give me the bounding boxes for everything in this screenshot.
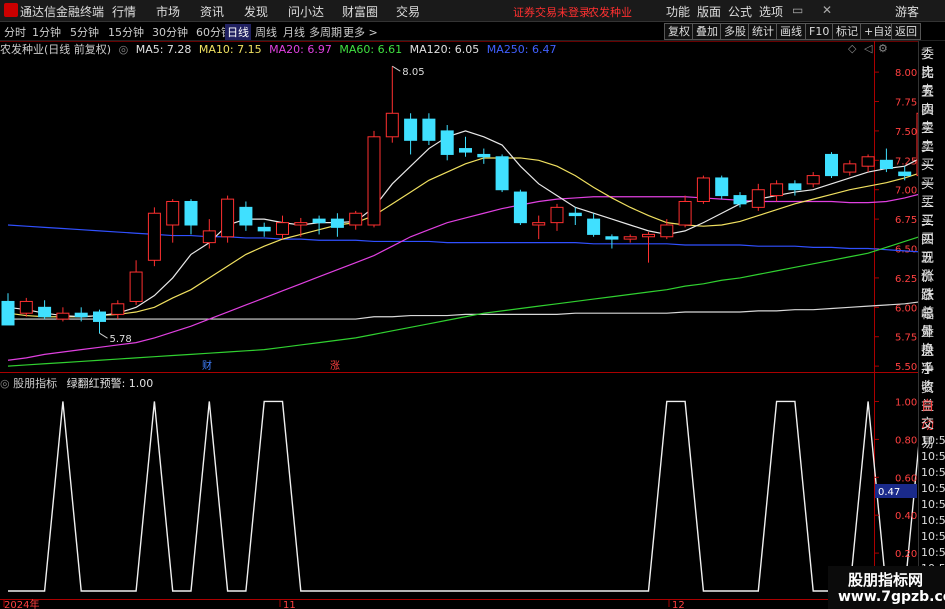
sidebar-time-6: 10:58	[921, 530, 945, 543]
candle-body-33	[605, 236, 619, 240]
candle-body-22	[404, 118, 418, 141]
indicator-tick-label-3: 0.40	[895, 511, 917, 522]
candle-body-11	[202, 230, 216, 244]
candle-body-45	[825, 153, 838, 177]
event-marker-cai: 财	[202, 359, 212, 372]
candle-body-42	[770, 183, 784, 197]
quote-sidebar: 委比 卖五 卖四 卖三 卖二 卖一 买一 买二 买三 买四 买五 现价 涨跌 涨幅 总量 外盘 换手 净资 收益 自动…	[918, 41, 945, 609]
candle-body-40	[733, 195, 747, 205]
candle-body-26	[477, 153, 491, 158]
candle-body-46	[843, 163, 857, 173]
sidebar-time-2: 10:57	[921, 466, 945, 479]
ma250-line	[7, 224, 924, 253]
candle-body-10	[184, 200, 198, 226]
indicator-legend: ◎ 股朋指标 绿翻红预警: 1.00	[0, 375, 153, 391]
candle-body-24	[440, 130, 454, 155]
candle-body-8	[147, 212, 161, 261]
indicator-legend-value: 绿翻红预警: 1.00	[66, 377, 154, 390]
event-marker-zhang: 涨	[330, 360, 340, 372]
price-tick-label-9: 5.75	[895, 333, 917, 344]
candle-body-47	[861, 156, 875, 167]
candle-body-35	[642, 233, 655, 238]
sidebar-time-3: 10:57	[921, 482, 945, 495]
candle-body-3	[56, 312, 70, 320]
candle-body-7	[129, 271, 143, 302]
candle-body-15	[276, 222, 289, 235]
candle-body-29	[532, 222, 546, 226]
cursor-value-label: 0.47	[878, 487, 900, 498]
candle-body-2	[38, 306, 52, 318]
indicator-line	[8, 400, 924, 592]
candle-body-9	[166, 200, 180, 226]
indicator-name: 股朋指标	[13, 377, 58, 390]
candle-body-34	[623, 236, 637, 240]
watermark: 股朋指标网 www.7gpzb.com	[828, 566, 945, 609]
candle-body-0	[1, 300, 15, 326]
price-tick-label-8: 6.00	[895, 303, 917, 314]
high-marker-line	[392, 65, 401, 72]
sidebar-time-5: 10:58	[921, 514, 945, 527]
sidebar-time-4: 10:58	[921, 498, 945, 511]
candle-body-13	[239, 206, 253, 226]
candle-body-20	[367, 136, 381, 226]
date-label-2: 12	[672, 600, 685, 609]
sidebar-time-7: 10:58	[921, 546, 945, 559]
watermark-title: 股朋指标网	[848, 571, 924, 589]
date-label-1: 11	[283, 600, 296, 609]
candle-body-41	[751, 189, 765, 208]
candle-body-49	[898, 171, 912, 177]
candle-body-5	[93, 311, 106, 322]
candle-body-21	[385, 112, 399, 138]
price-tick-label-7: 6.25	[895, 274, 917, 285]
price-tick-label-10: 5.50	[895, 362, 917, 373]
candle-body-43	[788, 183, 802, 191]
date-label-0: 2024年	[4, 598, 39, 609]
candle-body-18	[330, 218, 344, 228]
ma20-line	[7, 192, 924, 361]
indicator-tick-label-1: 0.80	[895, 435, 917, 446]
candle-body-32	[587, 218, 601, 235]
candle-body-14	[257, 226, 271, 232]
candle-body-19	[349, 212, 363, 226]
candle-body-31	[568, 212, 582, 217]
candle-body-48	[879, 159, 893, 170]
indicator-tick-label-4: 0.20	[895, 549, 917, 560]
sidebar-time-0: 10:57	[921, 434, 945, 447]
low-marker-line	[99, 332, 108, 339]
candle-body-12	[221, 198, 235, 238]
candle-body-28	[513, 191, 527, 224]
high-marker-label: 8.05	[402, 67, 424, 78]
indicator-tick-label-2: 0.60	[895, 473, 917, 484]
candle-body-38	[696, 177, 710, 202]
candle-body-36	[660, 224, 674, 238]
candle-body-27	[495, 156, 509, 191]
candle-body-30	[550, 206, 564, 224]
price-tick-label-0: 8.00	[895, 68, 917, 79]
indicator-tick-label-0: 1.00	[895, 397, 917, 408]
candle-body-23	[422, 118, 436, 141]
candle-body-25	[459, 148, 472, 153]
candle-body-39	[715, 177, 729, 197]
candle-body-6	[111, 303, 125, 315]
low-marker-label: 5.78	[110, 334, 132, 345]
price-tick-label-1: 7.75	[895, 98, 917, 109]
ma5-line	[7, 130, 924, 318]
candle-body-37	[678, 200, 692, 226]
watermark-url: www.7gpzb.com	[838, 589, 945, 605]
chart-canvas[interactable]: 8.007.757.507.257.006.756.506.256.005.75…	[0, 0, 945, 609]
candle-body-4	[74, 312, 88, 318]
indicator-settings-icon[interactable]: ◎	[0, 377, 10, 390]
ma10-line	[7, 157, 924, 318]
sidebar-time-1: 10:57	[921, 450, 945, 463]
candle-body-17	[312, 218, 326, 224]
candle-body-44	[806, 175, 820, 185]
candle-body-1	[19, 300, 33, 314]
price-tick-label-5: 6.75	[895, 215, 917, 226]
candle-body-16	[294, 222, 308, 226]
price-tick-label-2: 7.50	[895, 127, 917, 138]
